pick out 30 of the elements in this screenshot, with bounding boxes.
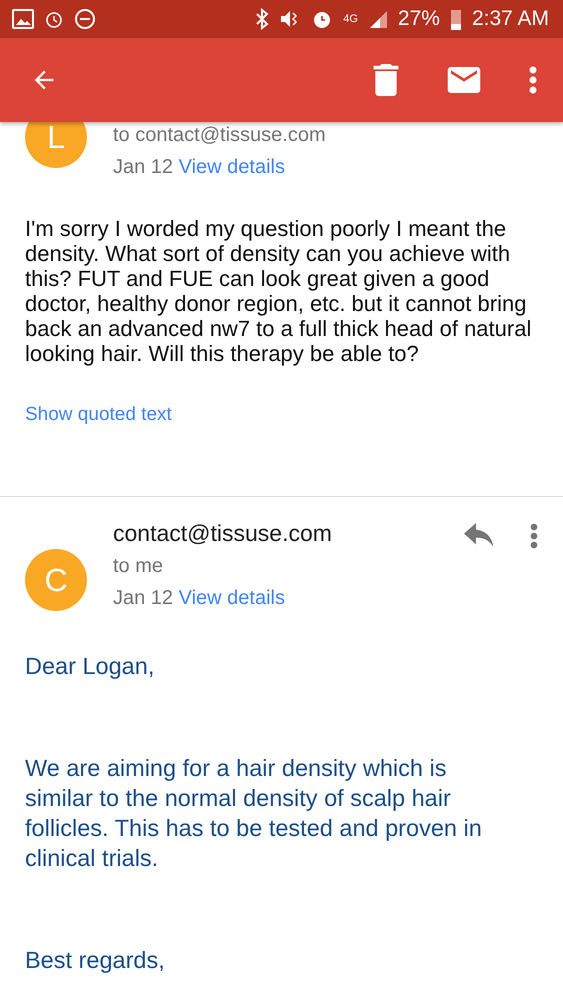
view-details-link[interactable]: View details bbox=[178, 156, 285, 178]
trash-icon bbox=[373, 64, 399, 96]
image-icon bbox=[12, 9, 34, 29]
signal-icon bbox=[368, 9, 388, 29]
avatar: C bbox=[25, 549, 87, 611]
more-options-icon bbox=[529, 66, 537, 94]
sender-address: contact@tissuse.com bbox=[113, 519, 333, 547]
reply-button[interactable] bbox=[464, 523, 496, 547]
network-type: 4G bbox=[343, 13, 358, 25]
message-paragraph: We are aiming for a hair density which is similar to the normal density of scalp hair follicles. This has to be tested and proven in clinical trials. bbox=[25, 754, 483, 873]
message-date: Jan 12 bbox=[113, 156, 174, 178]
do-not-disturb-icon bbox=[74, 8, 96, 30]
alarm-icon bbox=[44, 9, 64, 29]
view-details-link[interactable]: View details bbox=[178, 587, 285, 609]
message-paragraph: I'm sorry I worded my question poorly I meant the density. What sort of density can you achieve with this? FUT and FUE can look great given a good doctor, healthy donor region, etc. but it cannot bring back an advanced nw7 to a full thick head of natural looking hair. Will this therapy be able to? bbox=[25, 216, 532, 366]
more-options-icon bbox=[530, 523, 538, 549]
message-date: Jan 12 bbox=[113, 587, 174, 609]
show-quoted-text-link[interactable]: Show quoted text bbox=[25, 404, 172, 426]
clock-time: 2:37 AM bbox=[472, 7, 549, 31]
bluetooth-icon bbox=[255, 8, 270, 30]
message-paragraph: Dear Logan, bbox=[25, 652, 156, 681]
more-options-button[interactable] bbox=[530, 523, 538, 549]
recipient-text: to contact@tissuse.com bbox=[113, 123, 327, 148]
avatar: L bbox=[25, 122, 87, 168]
message-paragraph: Best regards, bbox=[25, 946, 166, 975]
battery-icon bbox=[450, 8, 462, 30]
recipient-text: to me bbox=[113, 554, 164, 579]
battery-percentage: 27% bbox=[398, 7, 440, 31]
reply-icon bbox=[464, 523, 496, 547]
envelope-icon bbox=[447, 67, 481, 93]
